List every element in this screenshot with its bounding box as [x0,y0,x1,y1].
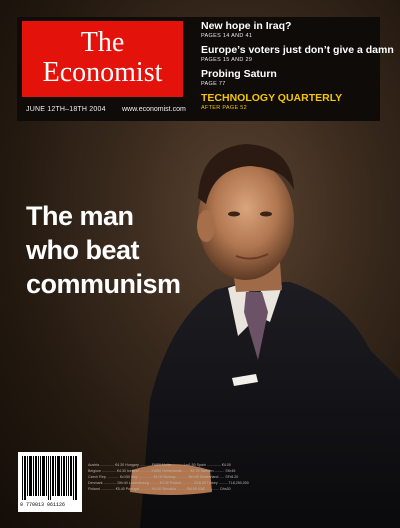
barcode-number: 9 770013 061126 [20,502,66,508]
teaser-title: TECHNOLOGY QUARTERLY [201,92,343,104]
teaser-technology: TECHNOLOGY QUARTERLY AFTER PAGE 52 [201,92,383,112]
magazine-cover: The Economist JUNE 12TH–18TH 2004 www.ec… [0,0,400,528]
issue-date: JUNE 12TH–18TH 2004 [26,106,106,113]
headline-line-2: who beat [26,235,140,265]
teaser-title: Europe’s voters just don’t give a damn [201,44,394,56]
headline-line-1: The man [26,201,134,231]
logo-the: The [80,27,125,58]
teaser-europe: Europe’s voters just don’t give a damn P… [201,44,394,64]
cover-teasers: New hope in Iraq? PAGES 14 AND 41 Europe… [201,20,394,116]
website-url: www.economist.com [122,106,186,113]
cover-prices: Austria .............. €4.30 Hungary ...… [88,463,249,491]
teaser-pages: PAGE 77 [201,81,226,87]
teaser-pages: PAGES 15 AND 29 [201,57,253,63]
logo-economist: Economist [42,57,163,88]
teaser-saturn: Probing Saturn PAGE 77 [201,68,383,88]
headline-line-3: communism [26,269,181,299]
teaser-title: New hope in Iraq? [201,20,292,32]
teaser-iraq: New hope in Iraq? PAGES 14 AND 41 [201,20,383,40]
teaser-pages: AFTER PAGE 52 [201,105,247,111]
teaser-pages: PAGES 14 AND 41 [201,33,253,39]
economist-logo: The Economist [22,21,183,97]
cover-headline: The man who beat communism [26,199,181,301]
teaser-title: Probing Saturn [201,68,277,80]
